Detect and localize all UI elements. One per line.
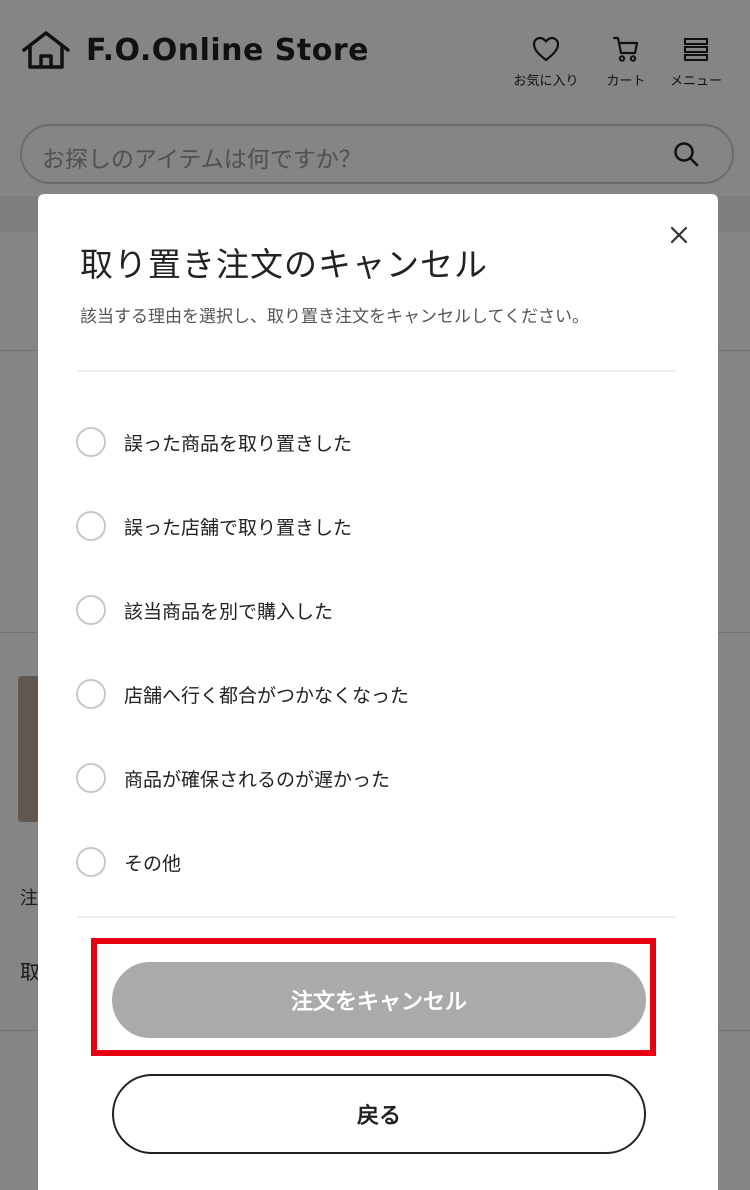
divider xyxy=(78,370,676,372)
reason-option[interactable]: 店舗へ行く都合がつかなくなった xyxy=(76,652,676,736)
divider xyxy=(78,916,676,918)
reason-label: 誤った商品を取り置きした xyxy=(124,432,353,455)
reason-option[interactable]: その他 xyxy=(76,820,676,904)
radio-button[interactable] xyxy=(76,511,106,541)
radio-button[interactable] xyxy=(76,763,106,793)
reason-options: 誤った商品を取り置きした 誤った店舗で取り置きした 該当商品を別で購入した 店舗… xyxy=(76,400,676,904)
reason-label: その他 xyxy=(124,852,182,875)
modal-title: 取り置き注文のキャンセル xyxy=(80,245,488,284)
reason-label: 店舗へ行く都合がつかなくなった xyxy=(124,684,410,707)
close-icon[interactable] xyxy=(666,222,692,248)
reason-label: 商品が確保されるのが遅かった xyxy=(124,768,391,791)
cancel-reservation-modal: 取り置き注文のキャンセル 該当する理由を選択し、取り置き注文をキャンセルしてくだ… xyxy=(38,194,718,1190)
modal-description: 該当する理由を選択し、取り置き注文をキャンセルしてください。 xyxy=(80,307,589,327)
radio-button[interactable] xyxy=(76,427,106,457)
radio-button[interactable] xyxy=(76,847,106,877)
reason-option[interactable]: 誤った店舗で取り置きした xyxy=(76,484,676,568)
reason-option[interactable]: 商品が確保されるのが遅かった xyxy=(76,736,676,820)
reason-option[interactable]: 誤った商品を取り置きした xyxy=(76,400,676,484)
reason-label: 誤った店舗で取り置きした xyxy=(124,516,353,539)
radio-button[interactable] xyxy=(76,595,106,625)
radio-button[interactable] xyxy=(76,679,106,709)
cancel-order-button[interactable]: 注文をキャンセル xyxy=(112,962,646,1038)
reason-option[interactable]: 該当商品を別で購入した xyxy=(76,568,676,652)
page: F.O.Online Store お気に入り カート メニュー お探しのアイテム… xyxy=(0,0,750,1190)
reason-label: 該当商品を別で購入した xyxy=(124,600,334,623)
back-button[interactable]: 戻る xyxy=(112,1074,646,1154)
